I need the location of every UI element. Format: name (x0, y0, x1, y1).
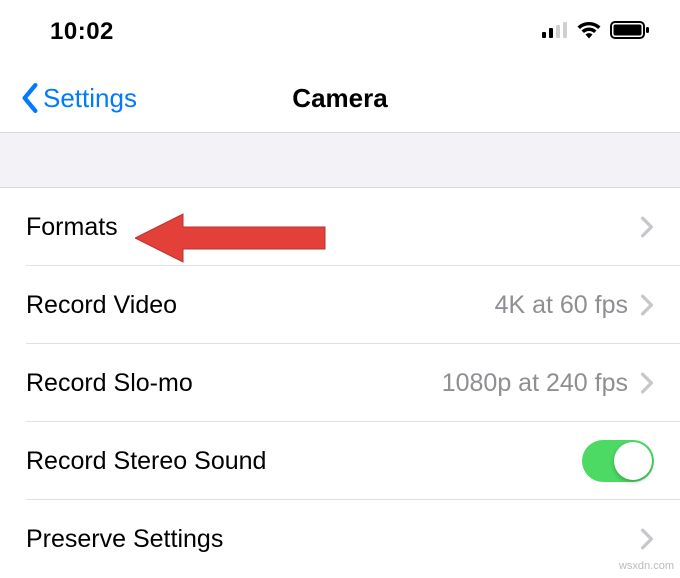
section-spacer (0, 132, 680, 188)
row-record-video[interactable]: Record Video 4K at 60 fps (0, 266, 680, 344)
row-record-stereo[interactable]: Record Stereo Sound (0, 422, 680, 500)
row-formats[interactable]: Formats (0, 188, 680, 266)
row-record-slomo[interactable]: Record Slo-mo 1080p at 240 fps (0, 344, 680, 422)
chevron-right-icon (640, 216, 654, 238)
row-label: Record Video (26, 291, 177, 320)
chevron-left-icon (20, 83, 40, 113)
toggle-stereo-sound[interactable] (582, 440, 654, 482)
battery-icon (610, 21, 650, 44)
chevron-right-icon (640, 528, 654, 550)
row-label: Record Slo-mo (26, 369, 193, 398)
status-icons (542, 21, 650, 44)
page-title: Camera (292, 83, 387, 114)
status-time: 10:02 (50, 18, 114, 46)
watermark: wsxdn.com (619, 560, 674, 572)
row-detail: 1080p at 240 fps (442, 369, 628, 398)
settings-list: Formats Record Video 4K at 60 fps Record… (0, 188, 680, 578)
toggle-knob (614, 442, 652, 480)
row-detail: 4K at 60 fps (495, 291, 628, 320)
chevron-right-icon (640, 372, 654, 394)
row-preserve-settings[interactable]: Preserve Settings (0, 500, 680, 578)
back-label: Settings (43, 83, 137, 114)
chevron-right-icon (640, 294, 654, 316)
nav-header: Settings Camera (0, 64, 680, 132)
row-label: Record Stereo Sound (26, 447, 266, 476)
wifi-icon (576, 21, 602, 44)
cellular-icon (542, 22, 568, 43)
row-label: Formats (26, 213, 118, 242)
back-button[interactable]: Settings (20, 83, 137, 114)
status-bar: 10:02 (0, 0, 680, 64)
row-label: Preserve Settings (26, 525, 223, 554)
